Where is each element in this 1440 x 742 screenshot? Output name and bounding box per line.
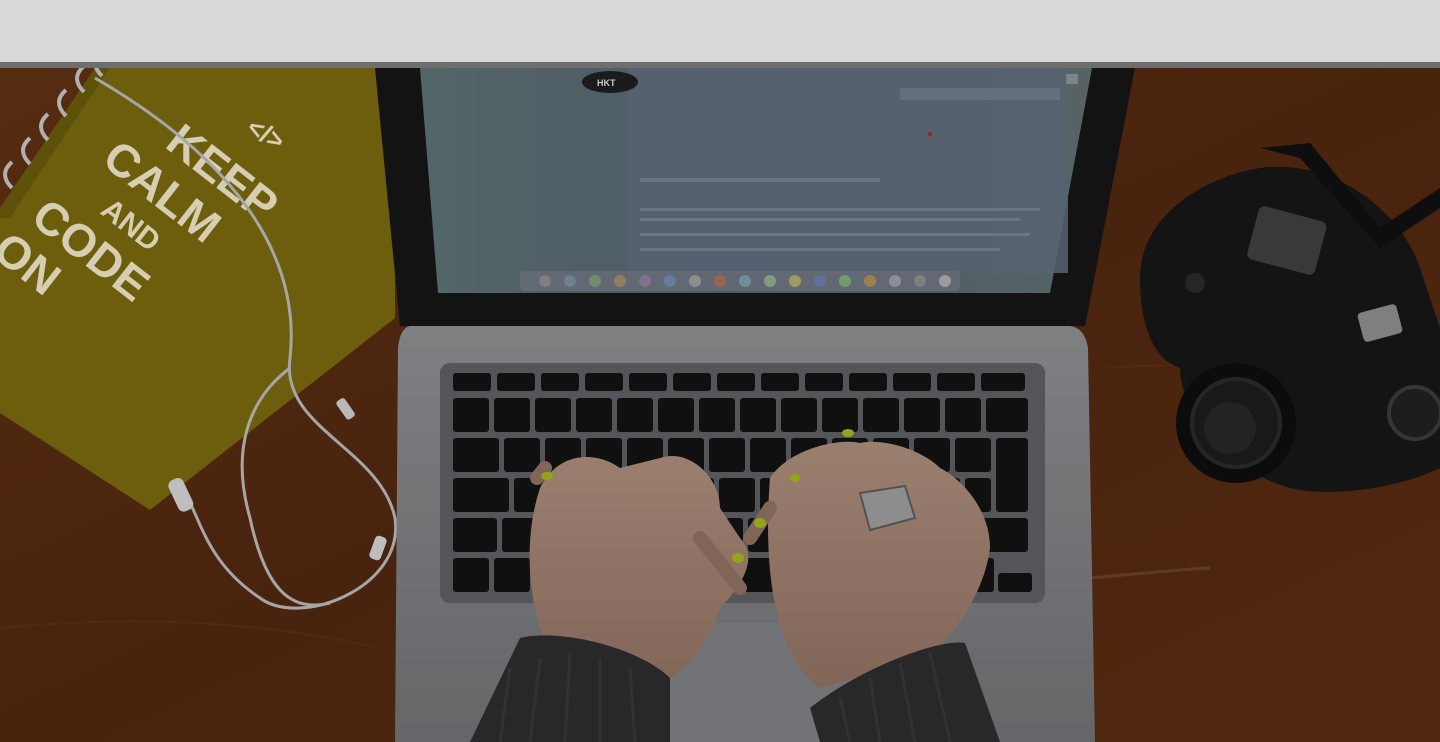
top-bar — [0, 0, 1440, 62]
hero-image: KEEP CALM AND CODE ON </> HKT — [0, 68, 1440, 742]
